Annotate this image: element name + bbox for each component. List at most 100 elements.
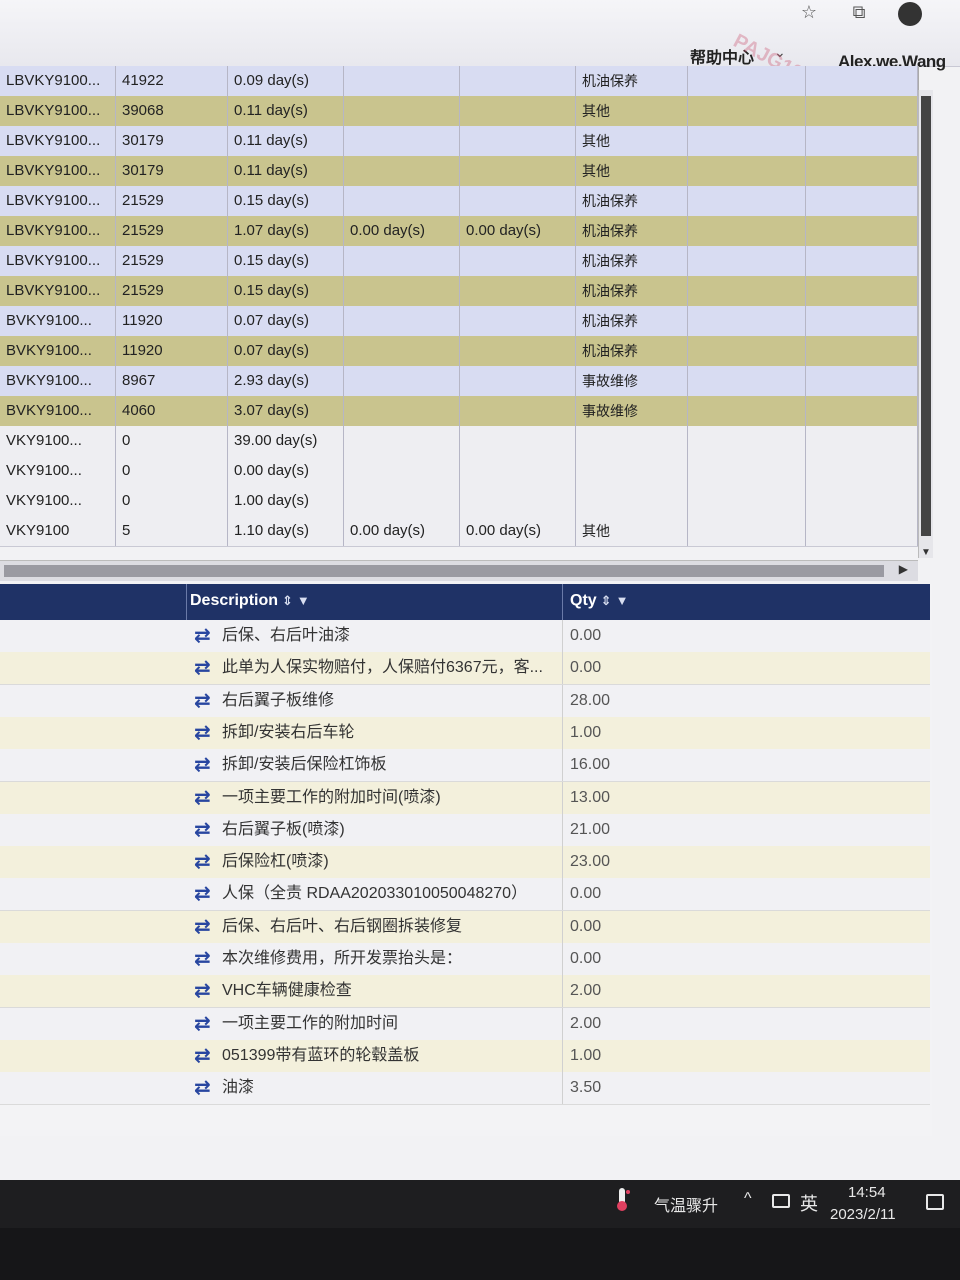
horizontal-scrollbar[interactable]: ▶ [0,560,918,581]
scroll-right-icon[interactable]: ▶ [899,562,908,576]
table-row[interactable]: ⇄ 后保险杠(喷漆) 23.00 [0,846,930,880]
table-row[interactable]: ⇄ VHC车辆健康检查 2.00 [0,975,930,1009]
table-row[interactable]: LBVKY9100... 21529 0.15 day(s) 机油保养 [0,186,918,217]
filter-icon[interactable]: ▼ [616,593,629,608]
sort-icon[interactable]: ⇕ [601,593,612,608]
table-row[interactable]: ⇄ 此单为人保实物赔付，人保赔付6367元，客... 0.00 [0,652,930,686]
swap-icon[interactable]: ⇄ [194,1008,211,1040]
clock-date[interactable]: 2023/2/11 [830,1206,896,1223]
swap-icon[interactable]: ⇄ [194,975,211,1007]
table-row[interactable]: ⇄ 拆卸/安装后保险杠饰板 16.00 [0,749,930,783]
swap-icon[interactable]: ⇄ [194,717,211,749]
thermometer-icon[interactable] [614,1186,630,1212]
qty-cell: 3.50 [570,1079,602,1097]
swap-icon[interactable]: ⇄ [194,911,211,943]
description-cell: 拆卸/安装右后车轮 [222,723,355,741]
table-row[interactable]: BVKY9100... 11920 0.07 day(s) 机油保养 [0,306,918,337]
empty-cell [688,426,806,456]
service-type-cell: 事故维修 [576,396,688,426]
swap-icon[interactable]: ⇄ [194,620,211,652]
table-row[interactable]: ⇄ 一项主要工作的附加时间 2.00 [0,1007,930,1041]
mileage-cell: 4060 [116,396,228,426]
column-header-description[interactable]: Description ⇕ ▼ [190,592,310,610]
qty-cell: 16.00 [570,756,611,774]
scroll-down-icon[interactable]: ▼ [921,547,931,558]
description-cell: 此单为人保实物赔付，人保赔付6367元，客... [222,659,543,677]
duration-cell [460,486,576,516]
swap-icon[interactable]: ⇄ [194,1072,211,1104]
scrollbar-thumb[interactable] [921,96,931,536]
mileage-cell: 0 [116,486,228,516]
empty-cell [688,186,806,216]
column-divider [562,620,563,652]
column-divider [562,846,563,879]
description-cell: 后保、右后叶油漆 [222,627,351,644]
network-icon[interactable] [772,1194,790,1208]
table-row[interactable]: BVKY9100... 4060 3.07 day(s) 事故维修 [0,396,918,427]
duration-cell [344,276,460,306]
column-divider [562,1039,563,1072]
sort-icon[interactable]: ⇕ [282,593,293,608]
swap-icon[interactable]: ⇄ [194,749,211,781]
table-row[interactable]: LBVKY9100... 30179 0.11 day(s) 其他 [0,156,918,187]
duration-cell [344,396,460,426]
swap-icon[interactable]: ⇄ [194,782,211,814]
table-row[interactable]: VKY9100 5 1.10 day(s) 0.00 day(s) 0.00 day(s… [0,516,918,547]
duration-cell [460,396,576,426]
table-row[interactable]: ⇄ 右后翼子板(喷漆) 21.00 [0,813,930,847]
table-row[interactable]: ⇄ 本次维修费用，所开发票抬头是： 0.00 [0,943,930,976]
column-header-qty[interactable]: Qty ⇕ ▼ [570,592,628,610]
favorite-icon[interactable]: ☆ [796,2,822,24]
weather-status[interactable]: 气温骤升 [654,1192,718,1216]
table-row[interactable]: ⇄ 右后翼子板维修 28.00 [0,684,930,718]
table-row[interactable]: ⇄ 油漆 3.50 [0,1072,930,1106]
swap-icon[interactable]: ⇄ [194,814,211,846]
swap-icon[interactable]: ⇄ [194,1040,211,1072]
swap-icon[interactable]: ⇄ [194,878,211,910]
mileage-cell: 0 [116,426,228,456]
service-type-cell: 其他 [576,96,688,126]
table-row[interactable]: ⇄ 后保、右后叶、右后钢圈拆装修复 0.00 [0,910,930,944]
clock-time[interactable]: 14:54 [848,1184,886,1201]
header-label: Description [190,592,279,609]
table-row[interactable]: LBVKY9100... 21529 0.15 day(s) 机油保养 [0,276,918,307]
table-row[interactable]: ⇄ 人保（全责 RDAA20203301005004827​0） 0.00 [0,878,930,912]
qty-cell: 0.00 [570,950,602,967]
table-row[interactable]: VKY9100... 0 1.00 day(s) [0,486,918,517]
swap-icon[interactable]: ⇄ [194,943,211,975]
table-row[interactable]: VKY9100... 0 39.00 day(s) [0,426,918,457]
swap-icon[interactable]: ⇄ [194,652,211,684]
duration-cell [460,306,576,336]
table-row[interactable]: LBVKY9100... 41922 0.09 day(s) 机油保养 [0,66,918,97]
duration-cell [344,456,460,486]
notification-icon[interactable] [926,1194,944,1210]
table-row[interactable]: BVKY9100... 8967 2.93 day(s) 事故维修 [0,366,918,397]
qty-cell: 13.00 [570,788,611,806]
table-row[interactable]: ⇄ 051399带有蓝环的轮毂盖板 1.00 [0,1039,930,1073]
swap-icon[interactable]: ⇄ [194,846,211,878]
table-row[interactable]: LBVKY9100... 21529 0.15 day(s) 机油保养 [0,246,918,277]
chevron-up-icon[interactable]: ^ [744,1190,752,1208]
profile-avatar[interactable] [898,2,922,26]
table-row[interactable]: BVKY9100... 11920 0.07 day(s) 机油保养 [0,336,918,367]
table-row[interactable]: VKY9100... 0 0.00 day(s) [0,456,918,487]
table-row[interactable]: ⇄ 后保、右后叶油漆 0.00 [0,620,930,653]
vertical-scrollbar[interactable]: ▼ [918,90,933,558]
table-row[interactable]: LBVKY9100... 30179 0.11 day(s) 其他 [0,126,918,157]
input-method-indicator[interactable]: 英 [800,1190,818,1216]
column-divider [562,975,563,1008]
table-row[interactable]: ⇄ 一项主要工作的附加时间(喷漆) 13.00 [0,781,930,815]
qty-cell: 0.00 [570,659,602,677]
table-row[interactable]: ⇄ 拆卸/安装右后车轮 1.00 [0,716,930,750]
service-type-cell: 机油保养 [576,276,688,306]
empty-cell [688,516,806,546]
table-row[interactable]: LBVKY9100... 21529 1.07 day(s) 0.00 day(s) 0… [0,216,918,247]
duration-cell: 0.00 day(s) [344,216,460,246]
duration-cell [344,156,460,186]
table-row[interactable]: LBVKY9100... 39068 0.11 day(s) 其他 [0,96,918,127]
scrollbar-thumb[interactable] [4,565,884,577]
empty-cell [806,486,918,516]
collections-icon[interactable]: ⧉ [846,2,872,24]
swap-icon[interactable]: ⇄ [194,685,211,717]
filter-icon[interactable]: ▼ [297,593,310,608]
